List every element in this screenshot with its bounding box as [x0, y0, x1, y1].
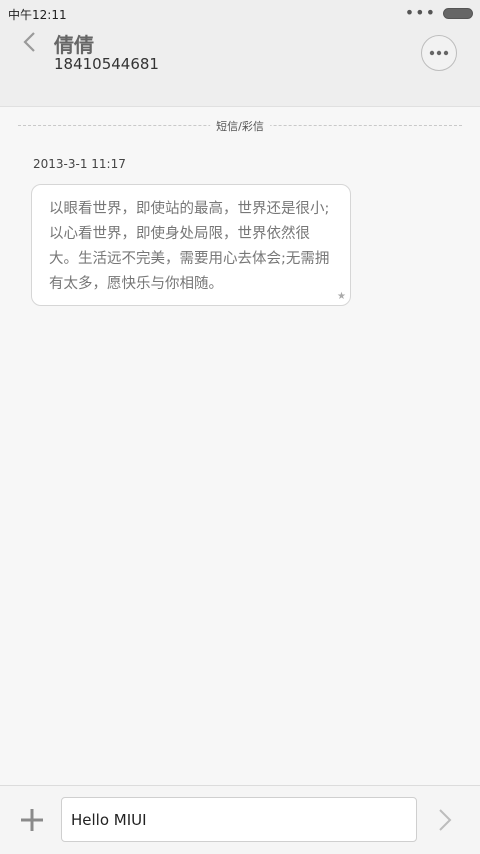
plus-icon — [21, 809, 43, 831]
signal-dots-icon: ••• — [404, 3, 436, 22]
contact-phone-number: 18410544681 — [54, 55, 159, 73]
conversation-header: 中午12:11 ••• 倩倩 18410544681 — [0, 0, 480, 107]
chevron-left-icon — [23, 32, 35, 52]
chevron-right-icon — [439, 809, 452, 831]
add-attachment-button[interactable] — [20, 808, 44, 832]
message-bubble[interactable]: 以眼看世界，即使站的最高，世界还是很小;以心看世界，即使身处局限，世界依然很大。… — [31, 184, 351, 306]
divider-label: 短信/彩信 — [210, 118, 270, 134]
star-icon: ★ — [337, 291, 346, 302]
send-button[interactable] — [438, 808, 460, 834]
message-timestamp: 2013-3-1 11:17 — [33, 157, 126, 171]
more-icon — [429, 50, 449, 56]
message-text: 以眼看世界，即使站的最高，世界还是很小;以心看世界，即使身处局限，世界依然很大。… — [49, 201, 330, 292]
message-input[interactable] — [61, 797, 417, 842]
composer-bar — [0, 785, 480, 854]
status-time: 中午12:11 — [8, 8, 67, 22]
status-bar: 中午12:11 ••• — [0, 0, 480, 26]
message-type-divider: 短信/彩信 — [18, 117, 462, 135]
back-button[interactable] — [16, 28, 42, 56]
contact-name: 倩倩 — [54, 33, 94, 57]
battery-icon — [443, 8, 473, 19]
more-options-button[interactable] — [421, 35, 457, 71]
